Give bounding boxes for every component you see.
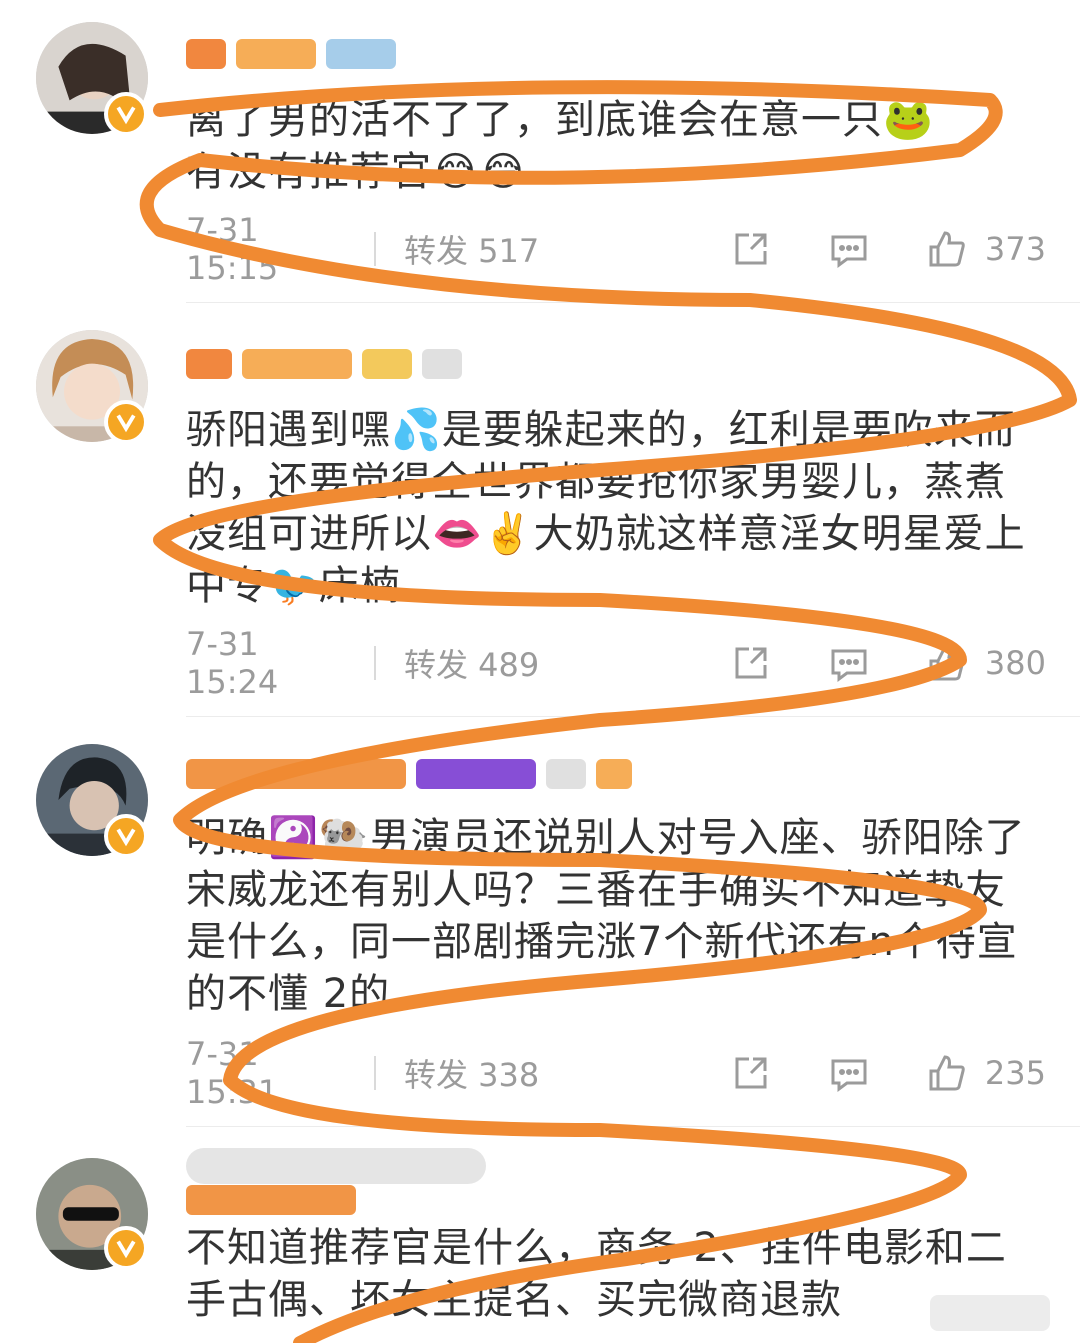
watermark xyxy=(930,1295,1050,1331)
like-icon[interactable] xyxy=(925,1051,969,1095)
like-count: 380 xyxy=(984,644,1046,682)
share-icon[interactable] xyxy=(729,641,773,685)
comment-meta: 7-31 15:31 转发 338 235 xyxy=(186,1035,1046,1111)
timestamp: 7-31 15:15 xyxy=(186,211,279,287)
comment-text: 明确☯️🐏男演员还说别人对号入座、骄阳除了宋威龙还有别人吗？三番在手确实不知道挚… xyxy=(186,815,1026,1017)
comment-icon[interactable] xyxy=(827,227,871,271)
comment-meta: 7-31 15:24 转发 489 380 xyxy=(186,625,1046,701)
username-blurred[interactable] xyxy=(186,32,396,76)
username-badges xyxy=(186,1178,356,1222)
username-blurred[interactable] xyxy=(186,752,632,796)
divider xyxy=(374,1056,376,1090)
comment-icon[interactable] xyxy=(827,641,871,685)
divider xyxy=(186,1126,1080,1127)
verified-badge-icon xyxy=(104,92,148,136)
repost-count[interactable]: 转发 489 xyxy=(404,640,539,686)
comment-meta: 7-31 15:15 转发 517 373 xyxy=(186,211,1046,287)
repost-count[interactable]: 转发 338 xyxy=(404,1050,539,1096)
username-blurred[interactable] xyxy=(186,342,462,386)
comment-text: 离了男的活不了了，到底谁会在意一只🐸 有没有推荐官😂😂 xyxy=(186,97,934,195)
like-icon[interactable] xyxy=(925,227,969,271)
divider xyxy=(374,232,376,266)
comment-icon[interactable] xyxy=(827,1051,871,1095)
comment-text: 骄阳遇到嘿💦是要躲起来的，红利是要吹来而的，还要觉得全世界都要抢你家男婴儿，蒸煮… xyxy=(186,407,1026,609)
divider xyxy=(374,646,376,680)
timestamp: 7-31 15:31 xyxy=(186,1035,279,1111)
comment-text: 不知道推荐官是什么，商务-2、挂件电影和二手古偶、坏女主提名、买完微商退款 xyxy=(186,1225,1007,1323)
like-count: 235 xyxy=(984,1054,1046,1092)
divider xyxy=(186,302,1080,303)
share-icon[interactable] xyxy=(729,227,773,271)
like-count: 373 xyxy=(984,230,1046,268)
verified-badge-icon xyxy=(104,814,148,858)
verified-badge-icon xyxy=(104,1226,148,1270)
timestamp: 7-31 15:24 xyxy=(186,625,279,701)
divider xyxy=(186,716,1080,717)
verified-badge-icon xyxy=(104,400,148,444)
like-icon[interactable] xyxy=(925,641,969,685)
share-icon[interactable] xyxy=(729,1051,773,1095)
repost-count[interactable]: 转发 517 xyxy=(404,226,539,272)
